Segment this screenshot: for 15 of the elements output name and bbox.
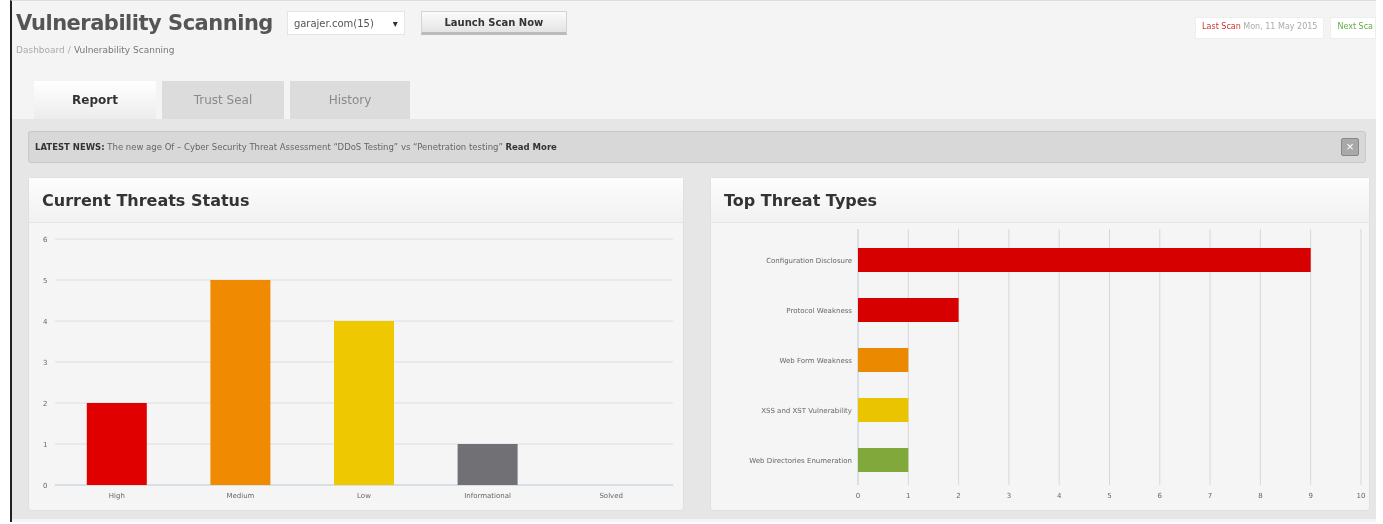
breadcrumb-link[interactable]: Dashboard: [16, 45, 65, 55]
news-text: LATEST NEWS: The new age Of – Cyber Security Threat Assessment “DDoS Testing” vs “Penetration testing” Read More: [35, 142, 557, 152]
last-scan-info: Last Scan Mon, 11 May 2015: [1195, 17, 1325, 39]
tab[interactable]: Report: [34, 81, 156, 119]
card-title: Current Threats Status: [29, 178, 683, 223]
launch-scan-button[interactable]: Launch Scan Now: [420, 11, 567, 35]
card-title: Top Threat Types: [711, 178, 1369, 223]
next-scan-info: Next Sca: [1330, 17, 1376, 39]
close-button[interactable]: ×: [1341, 138, 1359, 156]
tab[interactable]: History: [290, 81, 410, 119]
page-title: Vulnerability Scanning: [16, 11, 273, 35]
breadcrumb-current: Vulnerability Scanning: [73, 45, 175, 55]
domain-select[interactable]: garajer.com(15) ▾: [286, 11, 405, 35]
tab[interactable]: Trust Seal: [162, 81, 284, 119]
breadcrumb-separator: /: [67, 45, 71, 55]
